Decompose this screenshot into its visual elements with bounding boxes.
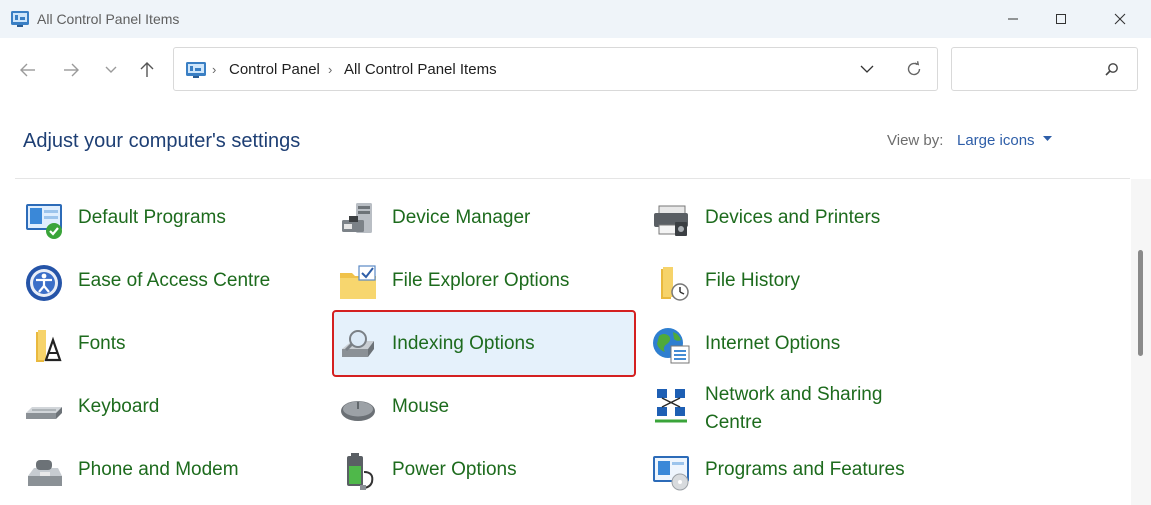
breadcrumb-control-panel[interactable]: Control Panel [229,61,320,78]
item-label: Mouse [392,396,450,417]
power-options-icon [347,453,374,490]
forward-button[interactable] [56,58,86,82]
item-mouse[interactable]: Mouse [332,379,632,435]
window-title: All Control Panel Items [37,11,180,27]
file-history-icon [661,267,689,301]
programs-features-icon [653,456,689,491]
minimize-icon [1008,18,1018,20]
view-by-dropdown[interactable]: Large icons [957,132,1052,149]
navigation-bar: › Control Panel › All Control Panel Item… [0,38,1151,108]
scrollbar-thumb[interactable] [1138,250,1143,356]
item-label: Network and Sharing Centre [705,384,883,433]
divider [15,178,1130,179]
up-button[interactable] [132,58,162,82]
search-input[interactable] [951,47,1138,91]
item-programs-features[interactable]: Programs and Features [645,442,945,498]
item-label: Ease of Access Centre [78,270,271,291]
item-power-options[interactable]: Power Options [332,442,632,498]
view-by-label: View by: [887,132,944,149]
fonts-icon [36,330,62,362]
devices-printers-icon [654,205,688,236]
maximize-button[interactable] [1037,0,1085,38]
back-button[interactable] [13,58,43,82]
phone-modem-icon [28,460,62,486]
item-label: File History [705,270,801,291]
item-label: Default Programs [78,207,226,228]
control-panel-icon [11,11,29,27]
minimize-button[interactable] [989,0,1037,38]
close-icon [1114,13,1126,25]
indexing-options-icon [342,330,374,357]
arrow-right-icon [64,63,79,77]
item-label: Phone and Modem [78,459,239,480]
title-bar: All Control Panel Items [0,0,1151,38]
vertical-scrollbar[interactable] [1131,179,1151,505]
close-button[interactable] [1096,0,1144,38]
view-by-value: Large icons [957,132,1035,149]
item-label: Internet Options [705,333,841,354]
item-internet-options[interactable]: Internet Options [645,316,945,372]
caret-down-icon [1042,136,1052,141]
device-manager-icon [342,203,372,233]
item-label: Indexing Options [392,333,535,354]
item-label: Keyboard [78,396,160,417]
item-default-programs[interactable]: Default Programs [18,190,318,246]
item-label: File Explorer Options [392,270,570,291]
item-label: Devices and Printers [705,207,881,228]
item-device-manager[interactable]: Device Manager [332,190,632,246]
page-title: Adjust your computer's settings [23,130,301,152]
item-keyboard[interactable]: Keyboard [18,379,318,435]
item-phone-modem[interactable]: Phone and Modem [18,442,318,498]
refresh-icon[interactable] [905,60,923,78]
breadcrumb-separator: › [328,62,333,77]
item-label: Programs and Features [705,459,905,480]
network-sharing-icon [655,389,687,423]
item-ease-of-access[interactable]: Ease of Access Centre [18,253,318,309]
item-network-sharing[interactable]: Network and Sharing Centre [645,379,945,435]
address-history-chevron-icon[interactable] [860,64,874,74]
content-area: Adjust your computer's settings View by:… [0,108,1151,505]
search-icon [1105,63,1118,76]
address-field[interactable]: › Control Panel › All Control Panel Item… [173,47,938,91]
recent-locations-button[interactable] [96,58,126,82]
maximize-icon [1056,14,1066,24]
item-label: Power Options [392,459,517,480]
control-panel-icon [186,62,206,78]
default-programs-icon [26,204,62,239]
internet-options-icon [653,328,690,364]
breadcrumb-all-items[interactable]: All Control Panel Items [344,61,497,78]
file-explorer-options-icon [340,265,376,299]
item-fonts[interactable]: Fonts [18,316,318,372]
item-file-history[interactable]: File History [645,253,945,309]
ease-of-access-icon [26,265,62,301]
chevron-down-icon [105,66,117,73]
item-label: Device Manager [392,207,531,228]
item-file-explorer-options[interactable]: File Explorer Options [332,253,632,309]
breadcrumb-separator: › [212,62,217,77]
keyboard-icon [26,407,62,419]
arrow-up-icon [140,62,154,77]
arrow-left-icon [20,63,35,77]
item-devices-and-printers[interactable]: Devices and Printers [645,190,945,246]
mouse-icon [341,401,375,421]
item-label: Fonts [78,333,126,354]
item-indexing-options[interactable]: Indexing Options [332,310,636,377]
